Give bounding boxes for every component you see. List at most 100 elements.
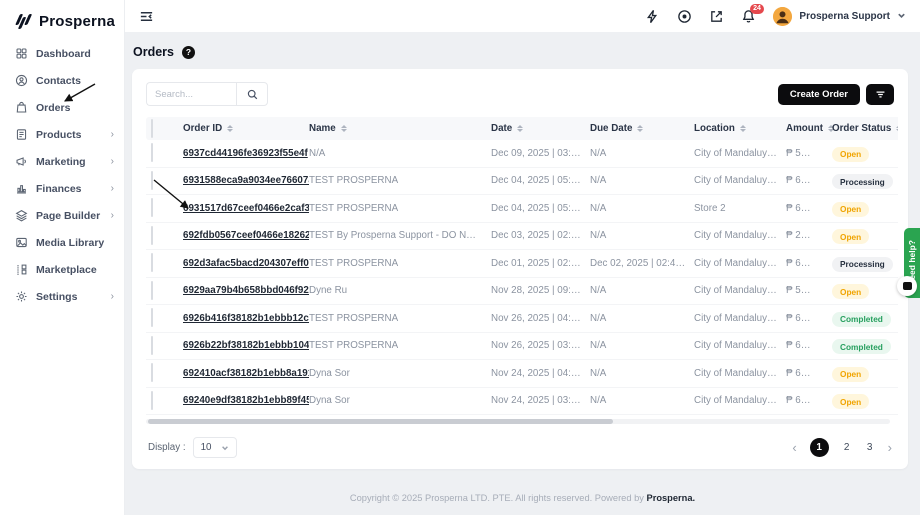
select-all-checkbox[interactable] bbox=[151, 119, 153, 138]
order-due-date: N/A bbox=[590, 175, 694, 186]
copyright-text: Copyright © 2025 Prosperna LTD. PTE. All… bbox=[350, 493, 647, 503]
sidebar-item-contacts[interactable]: Contacts bbox=[0, 67, 124, 94]
order-amount: ₱ 620.00 bbox=[786, 340, 832, 351]
prev-page-button[interactable]: ‹ bbox=[792, 441, 796, 454]
sidebar-item-media-library[interactable]: Media Library bbox=[0, 229, 124, 256]
column-header-date[interactable]: Date bbox=[491, 123, 590, 134]
sidebar-item-settings[interactable]: Settings› bbox=[0, 283, 124, 310]
create-order-button[interactable]: Create Order bbox=[778, 84, 860, 105]
row-checkbox[interactable] bbox=[151, 336, 153, 355]
order-due-date: Dec 02, 2025 | 02:48 PM bbox=[590, 258, 694, 269]
search-button[interactable] bbox=[236, 82, 268, 106]
sidebar-item-label: Finances bbox=[36, 183, 82, 195]
bell-icon[interactable]: 24 bbox=[741, 9, 756, 24]
sidebar-item-dashboard[interactable]: Dashboard bbox=[0, 40, 124, 67]
column-header-location[interactable]: Location bbox=[694, 123, 786, 134]
order-id-link[interactable]: 6931588eca9a9034ee76607a bbox=[183, 175, 309, 186]
external-link-icon[interactable] bbox=[709, 9, 724, 24]
page-size-value: 10 bbox=[201, 442, 212, 453]
order-id-link[interactable]: 6937cd44196fe36923f55e4f bbox=[183, 148, 309, 159]
sidebar-item-finances[interactable]: Finances › bbox=[0, 175, 124, 202]
order-status-badge: Completed bbox=[832, 339, 891, 354]
table-row: 69240e9df38182b1ebb89f45Dyna SorNov 24, … bbox=[146, 388, 898, 416]
search-input[interactable] bbox=[146, 82, 236, 106]
chat-widget-button[interactable] bbox=[897, 276, 917, 296]
order-amount: ₱ 620.00 bbox=[786, 368, 832, 379]
filter-icon bbox=[875, 89, 886, 100]
order-due-date: N/A bbox=[590, 285, 694, 296]
row-checkbox[interactable] bbox=[151, 198, 153, 217]
sidebar-collapse-icon[interactable] bbox=[139, 7, 157, 25]
target-icon[interactable] bbox=[677, 9, 692, 24]
chevron-right-icon: › bbox=[111, 183, 114, 194]
row-checkbox[interactable] bbox=[151, 226, 153, 245]
sidebar-item-orders[interactable]: Orders bbox=[0, 94, 124, 121]
prosperna-slashes-icon bbox=[12, 13, 34, 29]
order-date: Dec 01, 2025 | 02:51 PM bbox=[491, 258, 590, 269]
order-id-link[interactable]: 69240e9df38182b1ebb89f45 bbox=[183, 395, 309, 406]
order-date: Nov 26, 2025 | 04:02 PM bbox=[491, 313, 590, 324]
row-checkbox[interactable] bbox=[151, 363, 153, 382]
page-size-select[interactable]: 10 bbox=[193, 437, 237, 458]
horizontal-scrollbar[interactable] bbox=[146, 419, 890, 424]
table-row: 6931588eca9a9034ee76607aTEST PROSPERNADe… bbox=[146, 168, 898, 196]
bolt-icon[interactable] bbox=[645, 9, 660, 24]
order-name: Dyna Sor bbox=[309, 368, 491, 379]
sidebar: Prosperna DashboardContacts Orders Product… bbox=[0, 0, 125, 515]
row-checkbox[interactable] bbox=[151, 143, 153, 162]
order-id-link[interactable]: 6926b416f38182b1ebbb12c2 bbox=[183, 313, 309, 324]
marketing-megaphone-icon bbox=[15, 155, 28, 168]
sort-icon[interactable] bbox=[896, 125, 898, 133]
column-header-amount[interactable]: Amount bbox=[786, 123, 832, 134]
page-button-3[interactable]: 3 bbox=[865, 442, 875, 453]
row-checkbox[interactable] bbox=[151, 253, 153, 272]
sort-icon[interactable] bbox=[341, 125, 347, 133]
next-page-button[interactable]: › bbox=[888, 441, 892, 454]
table-row: 692d3afac5bacd204307eff0TEST PROSPERNADe… bbox=[146, 250, 898, 278]
column-header-due-date[interactable]: Due Date bbox=[590, 123, 694, 134]
sidebar-item-marketing[interactable]: Marketing› bbox=[0, 148, 124, 175]
order-id-link[interactable]: 6931517d67ceef0466e2caf3 bbox=[183, 203, 309, 214]
row-checkbox[interactable] bbox=[151, 391, 153, 410]
sidebar-item-page-builder[interactable]: Page Builder› bbox=[0, 202, 124, 229]
order-id-link[interactable]: 692410acf38182b1ebb8a191 bbox=[183, 368, 309, 379]
page-help-icon[interactable]: ? bbox=[182, 46, 195, 59]
page-button-2[interactable]: 2 bbox=[842, 442, 852, 453]
user-menu[interactable]: Prosperna Support bbox=[773, 7, 906, 26]
sort-icon[interactable] bbox=[517, 125, 523, 133]
scrollbar-thumb[interactable] bbox=[148, 419, 613, 424]
order-id-link[interactable]: 6929aa79b4b658bbd046f92b bbox=[183, 285, 309, 296]
sidebar-item-label: Products bbox=[36, 129, 82, 141]
order-id-link[interactable]: 692fdb0567ceef0466e18262 bbox=[183, 230, 309, 241]
order-status-badge: Open bbox=[832, 394, 869, 409]
sidebar-item-marketplace[interactable]: Marketplace bbox=[0, 256, 124, 283]
page-title: Orders bbox=[133, 45, 174, 59]
order-date: Nov 28, 2025 | 09:58 PM bbox=[491, 285, 590, 296]
order-status-badge: Open bbox=[832, 147, 869, 162]
brand-logo[interactable]: Prosperna bbox=[0, 0, 124, 32]
row-checkbox[interactable] bbox=[151, 171, 153, 190]
order-amount: ₱ 295.00 bbox=[786, 230, 832, 241]
column-header-order-id[interactable]: Order ID bbox=[183, 123, 309, 134]
order-amount: ₱ 620.00 bbox=[786, 258, 832, 269]
sidebar-item-label: Orders bbox=[36, 102, 70, 114]
sort-icon[interactable] bbox=[740, 125, 746, 133]
order-location: City of Mandaluyong bbox=[694, 230, 786, 241]
table-row: 6926b416f38182b1ebbb12c2TEST PROSPERNANo… bbox=[146, 305, 898, 333]
sort-icon[interactable] bbox=[227, 125, 233, 133]
filter-button[interactable] bbox=[866, 84, 894, 105]
order-id-link[interactable]: 6926b22bf38182b1ebbb104a bbox=[183, 340, 309, 351]
order-id-link[interactable]: 692d3afac5bacd204307eff0 bbox=[183, 258, 309, 269]
sidebar-item-products[interactable]: Products› bbox=[0, 121, 124, 148]
row-checkbox[interactable] bbox=[151, 308, 153, 327]
page-builder-layers-icon bbox=[15, 209, 28, 222]
dashboard-grid-icon bbox=[15, 47, 28, 60]
row-checkbox[interactable] bbox=[151, 281, 153, 300]
page-button-1[interactable]: 1 bbox=[810, 438, 829, 457]
table-row: 6937cd44196fe36923f55e4fN/ADec 09, 2025 … bbox=[146, 140, 898, 168]
sort-icon[interactable] bbox=[637, 125, 643, 133]
column-label: Due Date bbox=[590, 123, 632, 134]
column-header-name[interactable]: Name bbox=[309, 123, 491, 134]
column-header-order-status[interactable]: Order Status bbox=[832, 123, 898, 134]
marketplace-icon bbox=[15, 263, 28, 276]
